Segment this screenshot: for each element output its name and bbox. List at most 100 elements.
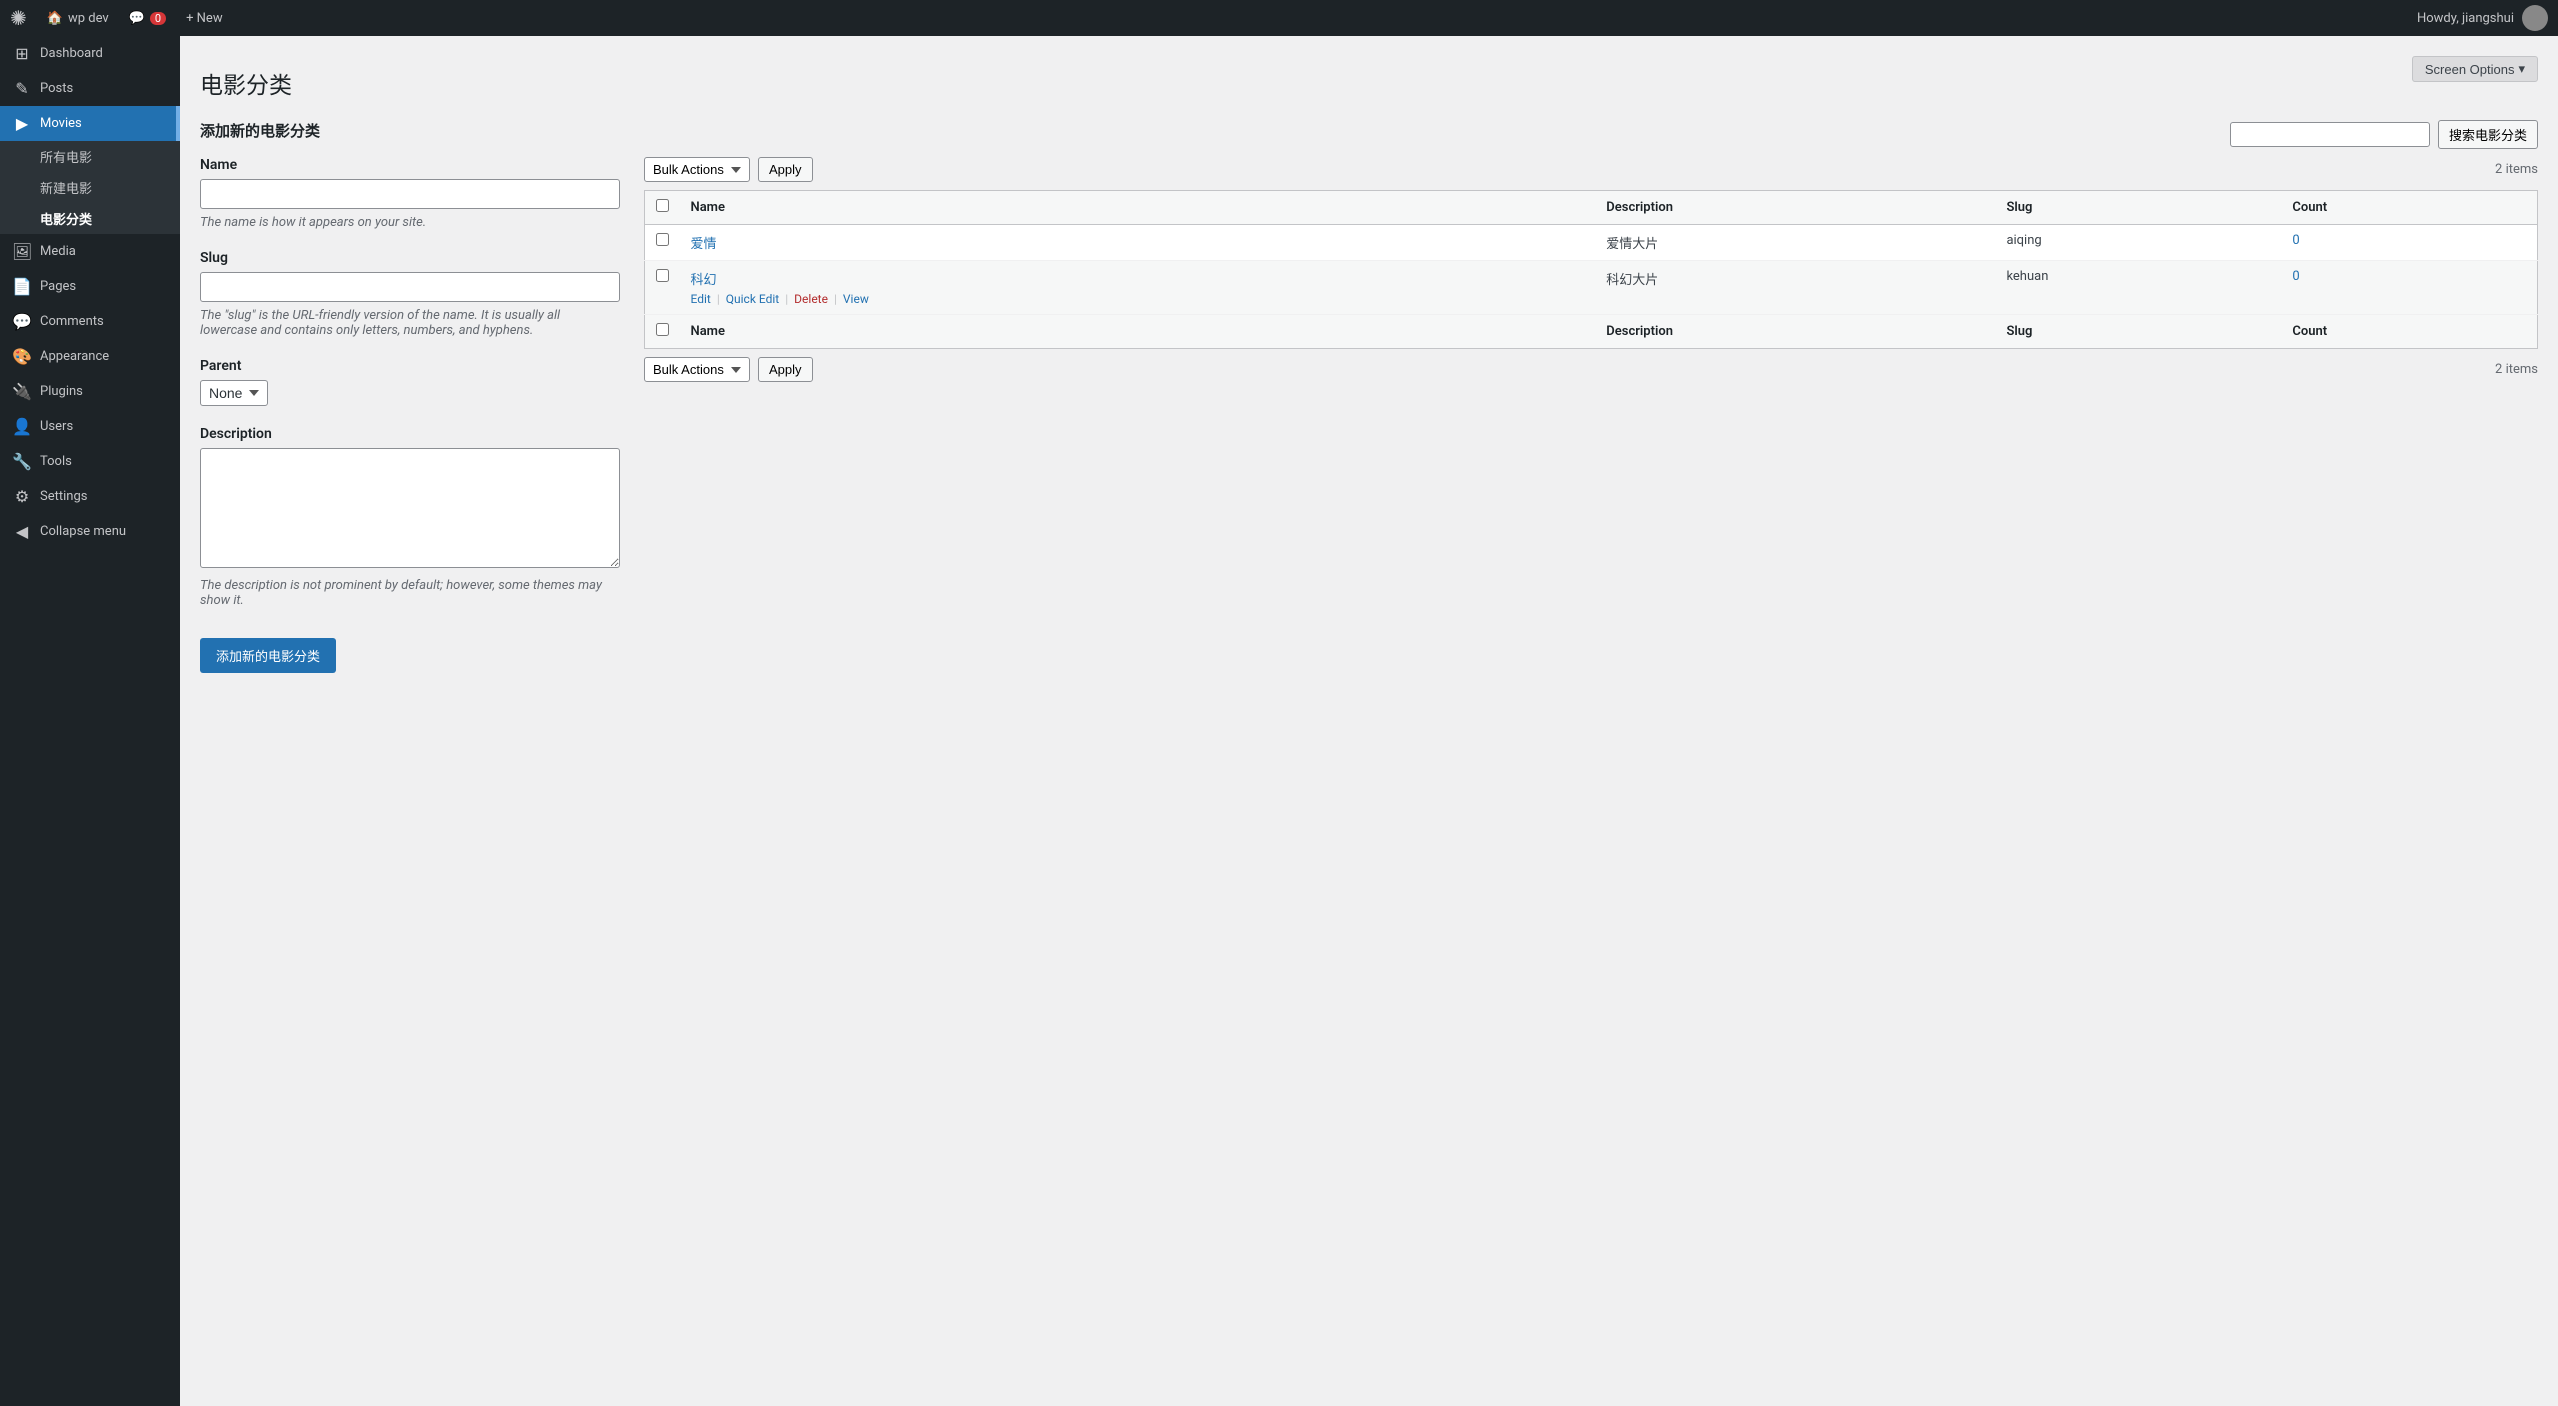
row-checkbox-cell: [645, 261, 681, 315]
col-checkbox-footer: [645, 315, 681, 349]
description-hint: The description is not prominent by defa…: [200, 578, 620, 608]
adminbar-right: Howdy, jiangshui: [2417, 5, 2548, 31]
row-slug-cell: kehuan: [1996, 261, 2282, 315]
page-title: 电影分类: [200, 66, 2538, 100]
row-checkbox[interactable]: [656, 233, 669, 246]
sidebar-item-collapse[interactable]: ◀ Collapse menu: [0, 514, 180, 549]
separator: |: [834, 292, 837, 306]
apply-button-top[interactable]: Apply: [758, 157, 813, 182]
add-category-button[interactable]: 添加新的电影分类: [200, 638, 336, 673]
sidebar-item-media[interactable]: 🖼 Media: [0, 234, 180, 269]
new-content[interactable]: + New: [176, 11, 233, 26]
row-name-cell: 爱情: [681, 225, 1597, 261]
slug-input[interactable]: [200, 272, 620, 302]
col-slug-footer: Slug: [1996, 315, 2282, 349]
sidebar-item-pages[interactable]: 📄 Pages: [0, 269, 180, 304]
pages-icon: 📄: [12, 277, 32, 296]
media-icon: 🖼: [12, 242, 32, 261]
screen-options-button[interactable]: Screen Options ▾: [2412, 56, 2538, 82]
movies-submenu: 所有电影 新建电影 电影分类: [0, 141, 180, 234]
row-slug-cell: aiqing: [1996, 225, 2282, 261]
appearance-icon: 🎨: [12, 347, 32, 366]
sidebar-item-comments[interactable]: 💬 Comments: [0, 304, 180, 339]
table-row: 爱情 爱情大片 aiqing 0: [645, 225, 2538, 261]
search-input[interactable]: [2230, 122, 2430, 147]
sidebar-item-settings[interactable]: ⚙ Settings: [0, 479, 180, 514]
select-all-checkbox-top[interactable]: [656, 199, 669, 212]
slug-hint: The "slug" is the URL-friendly version o…: [200, 308, 620, 338]
row-checkbox-cell: [645, 225, 681, 261]
sidebar-item-tools[interactable]: 🔧 Tools: [0, 444, 180, 479]
edit-link[interactable]: Edit: [691, 292, 711, 306]
col-description-header: Description: [1596, 191, 1996, 225]
row-description-cell: 科幻大片: [1596, 261, 1996, 315]
slug-section: Slug The "slug" is the URL-friendly vers…: [200, 250, 620, 338]
table-column: 搜索电影分类 Bulk Actions Apply 2 items Name: [644, 120, 2538, 390]
bulk-bar-bottom: Bulk Actions Apply 2 items: [644, 357, 2538, 382]
delete-link[interactable]: Delete: [794, 292, 828, 306]
comments-icon: 💬: [12, 312, 32, 331]
sidebar-item-users[interactable]: 👤 Users: [0, 409, 180, 444]
search-button[interactable]: 搜索电影分类: [2438, 120, 2538, 149]
bulk-select-top[interactable]: Bulk Actions: [644, 157, 750, 182]
separator: |: [717, 292, 720, 306]
count-link[interactable]: 0: [2292, 233, 2299, 248]
name-input[interactable]: [200, 179, 620, 209]
quick-edit-link[interactable]: Quick Edit: [726, 292, 779, 306]
sidebar-item-movies[interactable]: ▶ Movies: [0, 106, 180, 141]
table-row: 科幻 Edit | Quick Edit | Delete | View: [645, 261, 2538, 315]
col-count-header: Count: [2282, 191, 2537, 225]
parent-section: Parent None: [200, 358, 620, 406]
description-label: Description: [200, 426, 620, 442]
add-form-column: 添加新的电影分类 Name The name is how it appears…: [200, 120, 620, 673]
col-count-footer: Count: [2282, 315, 2537, 349]
items-count-top: 2 items: [2495, 162, 2538, 177]
row-count-cell: 0: [2282, 225, 2537, 261]
slug-label: Slug: [200, 250, 620, 266]
category-name-link[interactable]: 爱情: [691, 237, 717, 252]
dashboard-icon: ⊞: [12, 44, 32, 63]
sidebar-item-new-movie[interactable]: 新建电影: [0, 172, 180, 203]
name-hint: The name is how it appears on your site.: [200, 215, 620, 230]
sidebar-item-plugins[interactable]: 🔌 Plugins: [0, 374, 180, 409]
col-description-footer: Description: [1596, 315, 1996, 349]
sidebar-item-movie-category[interactable]: 电影分类: [0, 203, 180, 234]
name-label: Name: [200, 157, 620, 173]
col-checkbox: [645, 191, 681, 225]
sidebar-item-appearance[interactable]: 🎨 Appearance: [0, 339, 180, 374]
comments-link[interactable]: 💬 0: [119, 11, 176, 26]
apply-button-bottom[interactable]: Apply: [758, 357, 813, 382]
admin-sidebar: ⊞ Dashboard ✎ Posts ▶ Movies 所有电影 新建电影 电…: [0, 36, 180, 1406]
table-top-bar: 搜索电影分类: [644, 120, 2538, 149]
home-icon: 🏠: [47, 11, 63, 26]
collapse-icon: ◀: [12, 522, 32, 541]
bulk-bar-top: Bulk Actions Apply 2 items: [644, 157, 2538, 182]
row-name-cell: 科幻 Edit | Quick Edit | Delete | View: [681, 261, 1597, 315]
site-name[interactable]: 🏠 wp dev: [37, 11, 119, 26]
categories-table: Name Description Slug Count 爱情: [644, 190, 2538, 349]
admin-bar: ✺ 🏠 wp dev 💬 0 + New Howdy, jiangshui: [0, 0, 2558, 36]
row-actions: Edit | Quick Edit | Delete | View: [691, 292, 1587, 306]
col-name-header: Name: [681, 191, 1597, 225]
name-section: Name The name is how it appears on your …: [200, 157, 620, 230]
description-textarea[interactable]: [200, 448, 620, 568]
view-link[interactable]: View: [843, 292, 869, 306]
parent-select[interactable]: None: [200, 380, 268, 406]
count-link[interactable]: 0: [2292, 269, 2299, 284]
comment-icon: 💬: [129, 11, 145, 26]
row-checkbox[interactable]: [656, 269, 669, 282]
search-box: 搜索电影分类: [2230, 120, 2538, 149]
bulk-select-bottom[interactable]: Bulk Actions: [644, 357, 750, 382]
select-all-checkbox-bottom[interactable]: [656, 323, 669, 336]
separator: |: [785, 292, 788, 306]
category-name-link[interactable]: 科幻: [691, 273, 717, 288]
sidebar-item-dashboard[interactable]: ⊞ Dashboard: [0, 36, 180, 71]
sidebar-item-posts[interactable]: ✎ Posts: [0, 71, 180, 106]
sidebar-item-all-movies[interactable]: 所有电影: [0, 141, 180, 172]
users-icon: 👤: [12, 417, 32, 436]
col-name-footer: Name: [681, 315, 1597, 349]
plugins-icon: 🔌: [12, 382, 32, 401]
tools-icon: 🔧: [12, 452, 32, 471]
wp-logo[interactable]: ✺: [10, 6, 27, 30]
row-description-cell: 爱情大片: [1596, 225, 1996, 261]
